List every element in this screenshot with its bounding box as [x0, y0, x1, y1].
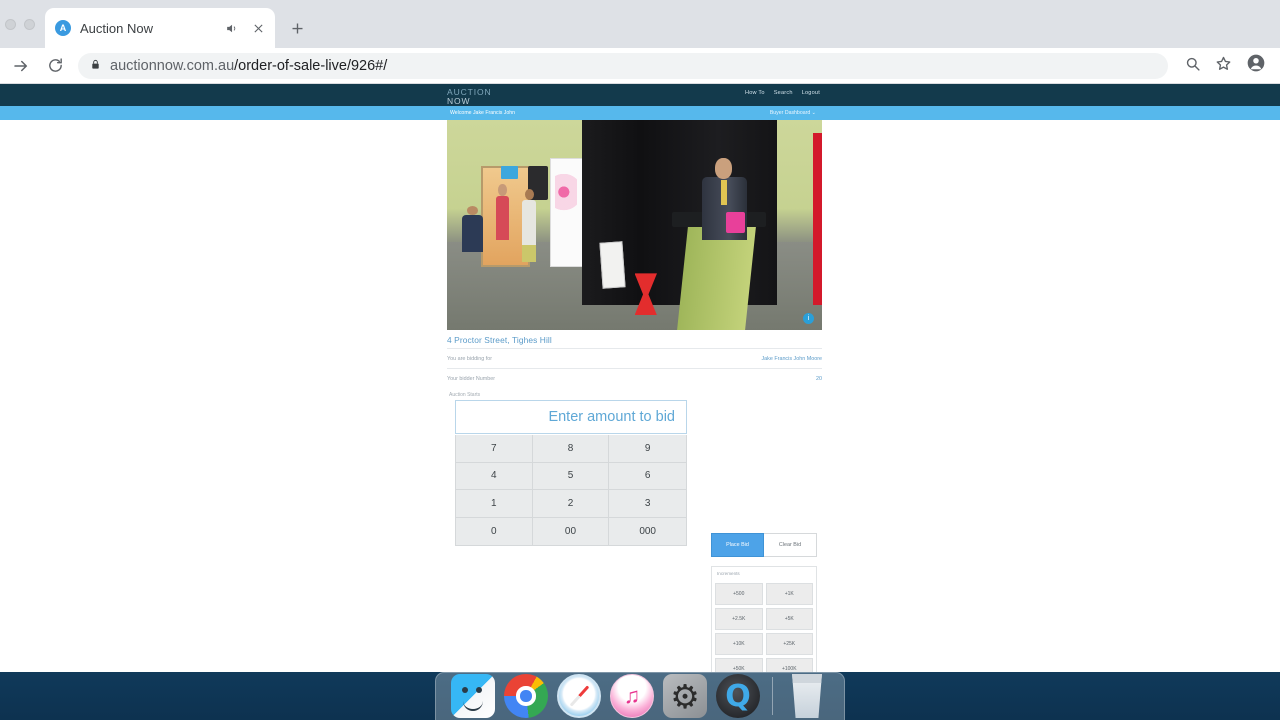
video-info-badge[interactable]: i [803, 313, 814, 324]
bid-actions-panel: Place Bid Clear Bid Increments +500 +1K … [711, 533, 817, 672]
bidding-for-row: You are bidding for Jake Francis John Mo… [447, 348, 822, 368]
increment-10k[interactable]: +10K [715, 633, 763, 655]
star-icon[interactable] [1215, 55, 1232, 77]
minimize-window-button[interactable] [24, 19, 35, 30]
site-nav: How To Search Logout [745, 90, 820, 96]
keypad-key-4[interactable]: 4 [456, 462, 533, 490]
site-logo[interactable]: AUCTION NOW [447, 88, 492, 105]
video-banner [550, 157, 584, 267]
close-icon[interactable] [249, 19, 267, 37]
lock-icon [90, 57, 101, 75]
numeric-keypad: 7 8 9 4 5 6 1 2 3 0 00 000 [455, 435, 687, 546]
increments-label: Increments [717, 571, 740, 576]
increments-grid: +500 +1K +2.5K +5K +10K +25K +50K +100K [712, 580, 816, 672]
welcome-bar: Welcome Jake Francis John Buyer Dashboar… [0, 106, 1280, 120]
page-viewport: AUCTION NOW How To Search Logout Welcome… [0, 84, 1280, 672]
url-text: auctionnow.com.au/order-of-sale-live/926… [110, 58, 387, 74]
dock-item-quicktime[interactable] [716, 674, 760, 718]
nav-item-logout[interactable]: Logout [802, 90, 820, 96]
url-host: auctionnow.com.au [110, 57, 235, 74]
video-red-banner [812, 132, 822, 305]
browser-tab[interactable]: A Auction Now [45, 8, 275, 48]
tab-favicon: A [55, 20, 71, 36]
speaker-icon[interactable] [222, 19, 240, 37]
dock-item-itunes[interactable] [610, 674, 654, 718]
dock-item-trash[interactable] [792, 674, 822, 718]
dock-item-google-chrome[interactable] [504, 674, 548, 718]
increment-1k[interactable]: +1K [765, 583, 813, 605]
bid-input-placeholder: Enter amount to bid [548, 409, 675, 425]
bidder-number-row: Your bidder Number 20 [447, 368, 822, 388]
video-person-seated [462, 206, 483, 253]
increment-25k[interactable]: +25K [765, 633, 813, 655]
macos-dock [435, 672, 845, 720]
keypad-key-3[interactable]: 3 [609, 490, 686, 518]
keypad-key-2[interactable]: 2 [532, 490, 610, 518]
logo-line-2: NOW [447, 95, 471, 106]
reload-icon[interactable] [44, 55, 66, 77]
increment-50k[interactable]: +50K [715, 658, 763, 672]
keypad-key-5[interactable]: 5 [532, 462, 610, 490]
keypad-key-6[interactable]: 6 [609, 462, 686, 490]
browser-toolbar: auctionnow.com.au/order-of-sale-live/926… [0, 48, 1280, 84]
place-bid-button[interactable]: Place Bid [711, 533, 764, 557]
keypad-key-9[interactable]: 9 [609, 435, 686, 463]
auction-starts-label: Auction Starts [449, 392, 481, 398]
window-controls[interactable] [5, 19, 35, 30]
property-address[interactable]: 4 Proctor Street, Tighes Hill [447, 335, 822, 345]
toolbar-actions [1184, 53, 1270, 78]
welcome-message: Welcome Jake Francis John [450, 109, 516, 116]
bidder-number-value: 20 [816, 375, 822, 382]
account-icon[interactable] [1246, 53, 1266, 78]
bid-amount-input[interactable]: Enter amount to bid [455, 400, 687, 434]
dock-item-finder[interactable] [451, 674, 495, 718]
tab-strip: A Auction Now [0, 0, 1280, 48]
nav-item-how-to[interactable]: How To [745, 90, 765, 96]
keypad-key-00[interactable]: 00 [532, 517, 610, 545]
video-person-white [522, 188, 537, 262]
site-header: AUCTION NOW How To Search Logout [0, 84, 1280, 106]
close-window-button[interactable] [5, 19, 16, 30]
increment-500[interactable]: +500 [715, 583, 763, 605]
video-sign-board [599, 241, 625, 289]
video-person-red [495, 184, 510, 240]
dock-item-safari[interactable] [557, 674, 601, 718]
increment-100k[interactable]: +100K [765, 658, 813, 672]
keypad-key-0[interactable]: 0 [456, 517, 533, 545]
bidder-number-label: Your bidder Number [447, 375, 496, 382]
url-path: /order-of-sale-live/926#/ [234, 57, 388, 74]
video-auctioneer-tie [720, 179, 727, 206]
tab-title: Auction Now [80, 20, 153, 36]
increments-panel: Increments +500 +1K +2.5K +5K +10K +25K … [711, 566, 817, 672]
nav-item-search[interactable]: Search [774, 90, 793, 96]
increment-5k[interactable]: +5K [765, 608, 813, 630]
browser-window: A Auction Now auctionnow.com.au/order-of… [0, 0, 1280, 672]
dock-item-system-preferences[interactable] [663, 674, 707, 718]
video-pink-object [726, 212, 746, 234]
keypad-key-000[interactable]: 000 [609, 517, 686, 545]
video-exit-sign [501, 166, 519, 179]
buyer-dashboard-menu[interactable]: Buyer Dashboard ⌄ [770, 110, 816, 116]
bidding-for-label: You are bidding for [447, 355, 493, 362]
clear-bid-button[interactable]: Clear Bid [764, 533, 817, 557]
bidding-for-value: Jake Francis John Moore [761, 355, 822, 362]
keypad-key-7[interactable]: 7 [456, 435, 533, 463]
forward-arrow-icon[interactable] [10, 55, 32, 77]
bid-buttons-row: Place Bid Clear Bid [711, 533, 817, 557]
address-bar[interactable]: auctionnow.com.au/order-of-sale-live/926… [78, 52, 1168, 79]
search-icon[interactable] [1184, 55, 1201, 77]
live-auction-video[interactable]: i [447, 120, 822, 330]
keypad-key-8[interactable]: 8 [532, 435, 610, 463]
increment-2-5k[interactable]: +2.5K [715, 608, 763, 630]
video-auctioneer-head [715, 157, 733, 179]
new-tab-button[interactable] [283, 14, 311, 42]
dock-separator [772, 677, 773, 715]
keypad-key-1[interactable]: 1 [456, 490, 533, 518]
